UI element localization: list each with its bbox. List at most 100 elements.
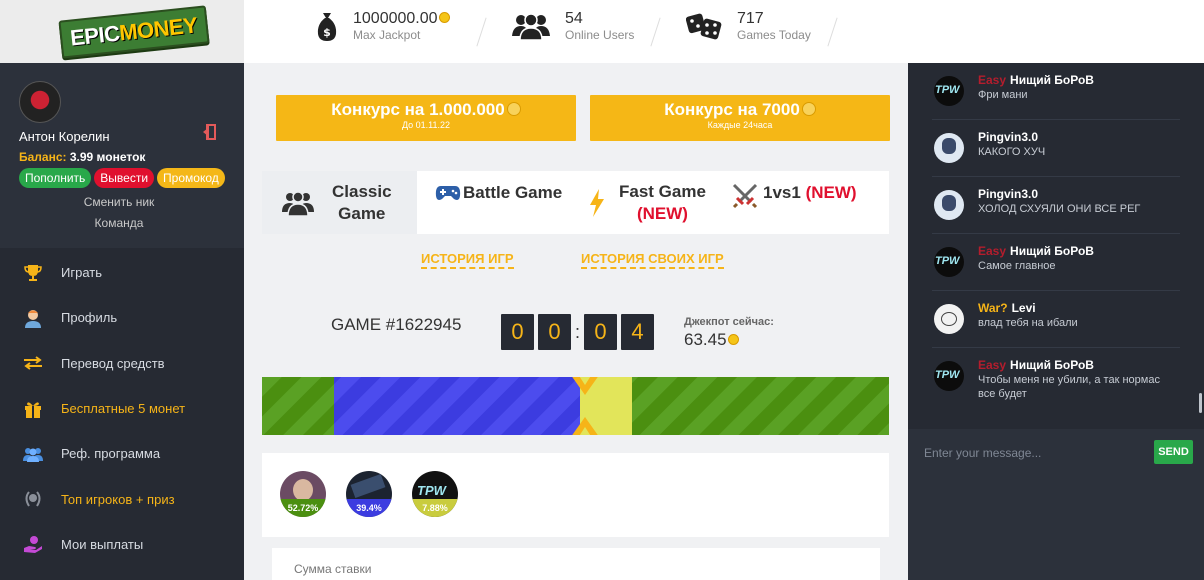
roulette-bar <box>262 377 889 435</box>
contest-banner-million[interactable]: Конкурс на 1.000.000 До 01.11.22 <box>276 95 576 141</box>
sidebar-item-label: Мои выплаты <box>61 536 144 552</box>
chat-rank: Easy <box>978 73 1007 87</box>
chat-author[interactable]: War? Levi <box>978 301 1036 315</box>
svg-text:$: $ <box>323 26 331 39</box>
chat-message: TPW Easy Нищий БоРоВ Чтобы меня не убили,… <box>932 348 1180 405</box>
chat-username[interactable]: Pingvin3.0 <box>978 187 1038 201</box>
sidebar-item-profile[interactable]: Профиль <box>0 295 244 340</box>
player-avatar[interactable]: TPW 7.88% <box>412 471 458 517</box>
sidebar-item-transfer[interactable]: Перевод средств <box>0 341 244 386</box>
send-button[interactable]: SEND <box>1154 440 1193 464</box>
crossed-swords-icon <box>732 183 758 209</box>
contest-title: Конкурс на 1.000.000 <box>276 100 576 120</box>
sidebar-nav: Играть Профиль Перевод средств Бесплатны… <box>0 248 244 567</box>
chat-avatar[interactable]: TPW <box>934 361 964 391</box>
tab-classic-game[interactable]: Classic Game <box>262 171 417 234</box>
logo-word-money: MONEY <box>118 11 199 45</box>
bet-amount-label: Сумма ставки <box>294 562 372 576</box>
chat-username[interactable]: Pingvin3.0 <box>978 130 1038 144</box>
chat-scrollbar[interactable] <box>1199 393 1202 413</box>
tab-label: Fast Game <box>619 181 706 201</box>
avatar[interactable] <box>19 81 61 123</box>
jackpot-value: 63.45 <box>684 330 739 350</box>
player-avatar[interactable]: 39.4% <box>346 471 392 517</box>
tpw-logo-icon: TPW <box>935 84 960 96</box>
site-logo[interactable]: EPICMONEY <box>58 4 210 59</box>
coin-icon <box>801 102 816 116</box>
chat-avatar[interactable] <box>934 190 964 220</box>
anime-avatar-icon <box>942 195 956 211</box>
chat-author[interactable]: Easy Нищий БоРоВ <box>978 358 1094 372</box>
games-today-label: Games Today <box>737 28 811 42</box>
coin-icon <box>438 12 450 23</box>
countdown-timer: 0 0 : 0 4 <box>501 314 658 350</box>
balance-label: Баланс: <box>19 150 67 164</box>
tab-fast-game[interactable]: Fast Game (NEW) <box>577 171 727 234</box>
my-games-history-link[interactable]: ИСТОРИЯ СВОИХ ИГР <box>581 251 724 269</box>
max-jackpot-label: Max Jackpot <box>353 28 421 42</box>
chat-message: Pingvin3.0 КАКОГО ХУЧ <box>932 120 1180 177</box>
sidebar-item-label: Бесплатные 5 монет <box>61 401 186 417</box>
promo-button[interactable]: Промокод <box>157 168 225 188</box>
trophy-icon <box>23 263 43 283</box>
player-avatar[interactable]: 52.72% <box>280 471 326 517</box>
divider <box>650 17 661 47</box>
payout-icon <box>23 534 43 554</box>
chat-avatar[interactable] <box>934 304 964 334</box>
sidebar-item-payouts[interactable]: Мои выплаты <box>0 522 244 567</box>
chat-panel: TPW Easy Нищий БоРоВ Фри мани Pingvin3.0 … <box>908 63 1204 429</box>
chat-rank: War? <box>978 301 1008 315</box>
timer-digit: 0 <box>584 314 618 350</box>
withdraw-button[interactable]: Вывести <box>94 168 155 188</box>
new-badge: (NEW) <box>805 183 857 202</box>
sidebar-item-label: Играть <box>61 265 102 281</box>
divider <box>827 17 838 47</box>
players-panel: 52.72% 39.4% TPW 7.88% <box>262 453 889 537</box>
chat-text: влад тебя на ибали <box>978 317 1078 329</box>
player-face <box>293 479 313 501</box>
logo-area[interactable]: EPICMONEY <box>0 0 244 63</box>
chat-author[interactable]: Easy Нищий БоРоВ <box>978 244 1094 258</box>
chat-message: War? Levi влад тебя на ибали <box>932 291 1180 348</box>
contest-subtitle: Каждые 24часа <box>707 120 773 130</box>
chat-avatar[interactable]: TPW <box>934 76 964 106</box>
profile-panel: Антон Корелин Баланс: 3.99 монеток Попол… <box>0 63 244 248</box>
player-chance: 52.72% <box>280 499 326 517</box>
sidebar-item-referral[interactable]: Реф. программа <box>0 431 244 476</box>
transfer-icon <box>23 353 43 373</box>
gamepad-icon <box>435 186 461 200</box>
timer-digit: 0 <box>501 314 534 350</box>
bet-amount-field[interactable]: Сумма ставки <box>272 548 880 580</box>
stats-bar: $ 1000000.00 Max Jackpot 54 Online Users… <box>244 0 908 63</box>
tab-label: Battle Game <box>463 183 563 202</box>
roulette-segment-blue <box>334 377 580 435</box>
logout-icon[interactable] <box>203 123 217 141</box>
logo-word-epic: EPIC <box>68 20 121 51</box>
sidebar-item-top-players[interactable]: Топ игроков + приз <box>0 476 244 521</box>
chat-avatar[interactable]: TPW <box>934 247 964 277</box>
chat-message-input[interactable]: Enter your message... <box>924 446 1041 460</box>
chat-author[interactable]: Easy Нищий БоРоВ <box>978 73 1094 87</box>
player-chance: 39.4% <box>346 499 392 517</box>
sidebar-item-free-coins[interactable]: Бесплатные 5 монет <box>0 386 244 431</box>
tab-battle-game[interactable]: Battle Game <box>417 171 577 234</box>
chat-text: ХОЛОД СХУЯЛИ ОНИ ВСЕ РЕГ <box>978 203 1141 215</box>
contest-banner-7000[interactable]: Конкурс на 7000 Каждые 24часа <box>590 95 890 141</box>
gift-icon <box>23 399 43 419</box>
games-history-link[interactable]: ИСТОРИЯ ИГР <box>421 251 514 269</box>
deposit-button[interactable]: Пополнить <box>19 168 92 188</box>
tpw-logo-icon: TPW <box>935 255 960 267</box>
stat-max-jackpot: $ 1000000.00 Max Jackpot <box>316 10 450 42</box>
stat-games-today: 717 Games Today <box>686 10 811 42</box>
team-link[interactable]: Команда <box>19 216 219 230</box>
sidebar-item-label: Перевод средств <box>61 355 165 371</box>
anime-avatar-icon <box>942 138 956 154</box>
tab-1vs1[interactable]: 1vs1 (NEW) <box>727 171 857 234</box>
money-bag-icon: $ <box>317 13 337 41</box>
tpw-logo-icon: TPW <box>417 483 446 498</box>
left-sidebar: Антон Корелин Баланс: 3.99 монеток Попол… <box>0 63 244 580</box>
sidebar-item-play[interactable]: Играть <box>0 250 244 295</box>
chat-avatar[interactable] <box>934 133 964 163</box>
change-nick-link[interactable]: Сменить ник <box>19 195 219 209</box>
divider <box>476 17 487 47</box>
